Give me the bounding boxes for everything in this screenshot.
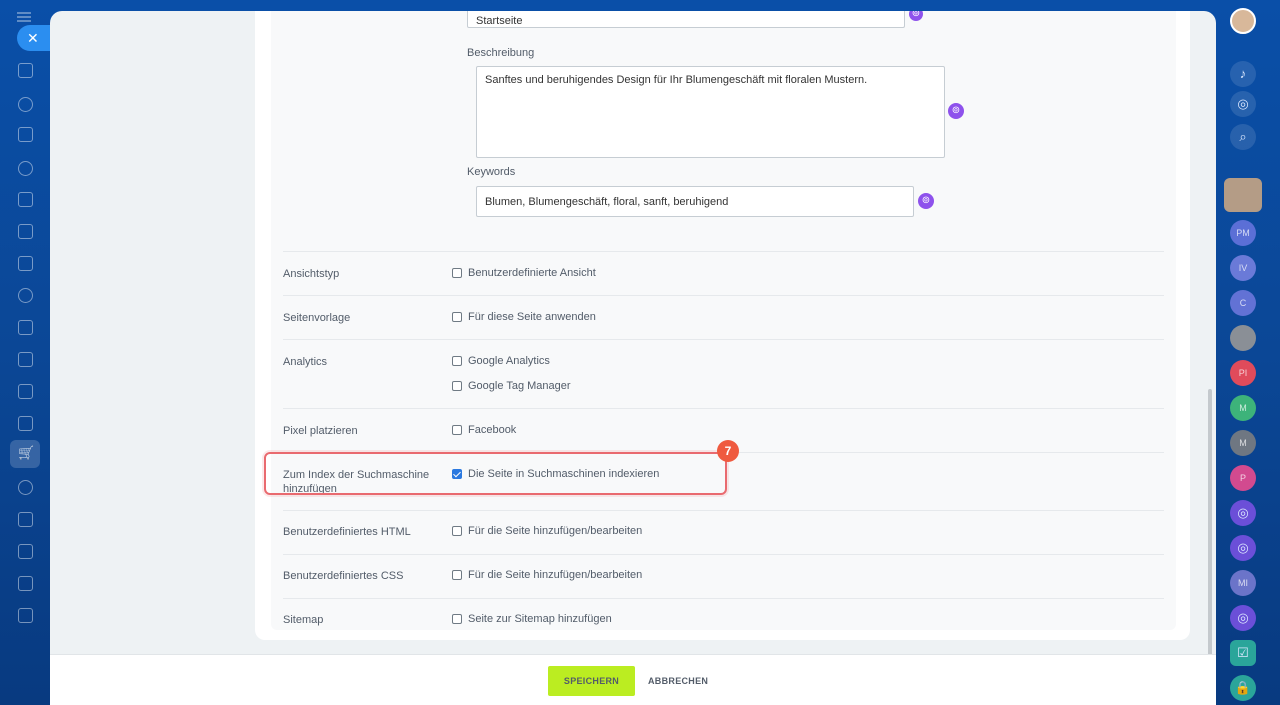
ai-title-icon[interactable] bbox=[909, 11, 923, 21]
sites-icon[interactable] bbox=[18, 256, 33, 271]
right-sidebar: ♪ ◎ ⌕ PM IV C PI M M P ◎ ◎ MI ◎ ☑ 🔒 bbox=[1216, 0, 1280, 705]
checkbox-box[interactable] bbox=[452, 381, 462, 391]
checkbox-label: Google Analytics bbox=[468, 355, 550, 367]
tasks-chat-icon[interactable]: ☑ bbox=[1230, 640, 1256, 666]
row-label-sitemap: Sitemap bbox=[283, 614, 324, 626]
description-label: Beschreibung bbox=[467, 47, 535, 59]
checkbox-box[interactable] bbox=[452, 425, 462, 435]
sign-icon[interactable] bbox=[18, 512, 33, 527]
checkbox-box[interactable] bbox=[452, 268, 462, 278]
divider bbox=[283, 510, 1164, 511]
row-label-custom-html: Benutzerdefiniertes HTML bbox=[283, 526, 411, 538]
checkbox-label: Benutzerdefinierte Ansicht bbox=[468, 267, 596, 279]
checkbox-label: Facebook bbox=[468, 424, 517, 436]
footer-bar: SPEICHERN ABBRECHEN bbox=[50, 654, 1216, 705]
slider-panel: Startseite Beschreibung Sanftes und beru… bbox=[50, 11, 1216, 705]
row-label-view-type: Ansichtstyp bbox=[283, 268, 340, 280]
left-sidebar: ✕ bbox=[0, 0, 57, 705]
divider bbox=[283, 598, 1164, 599]
checkbox-google-analytics[interactable]: Google Analytics bbox=[452, 355, 550, 367]
checkbox-label: Google Tag Manager bbox=[468, 380, 571, 392]
checkbox-custom-html[interactable]: Für die Seite hinzufügen/bearbeiten bbox=[452, 525, 642, 537]
lock-icon[interactable]: 🔒 bbox=[1230, 675, 1256, 701]
calendar-icon[interactable] bbox=[18, 320, 33, 335]
copilot-chat-3-icon[interactable]: ◎ bbox=[1230, 605, 1256, 631]
row-label-custom-css: Benutzerdefiniertes CSS bbox=[283, 570, 404, 582]
notifications-icon[interactable]: ♪ bbox=[1230, 61, 1256, 87]
checkbox-facebook[interactable]: Facebook bbox=[452, 424, 516, 436]
checkbox-google-tag-manager[interactable]: Google Tag Manager bbox=[452, 380, 571, 392]
crm-icon[interactable] bbox=[18, 224, 33, 239]
filter-icon[interactable] bbox=[18, 416, 33, 431]
checkbox-custom-view[interactable]: Benutzerdefinierte Ansicht bbox=[452, 267, 596, 279]
settings-card: Startseite Beschreibung Sanftes und beru… bbox=[255, 11, 1190, 640]
avatar-mi[interactable]: MI bbox=[1230, 570, 1256, 596]
feed-icon[interactable] bbox=[18, 97, 33, 112]
checkbox-custom-css[interactable]: Für die Seite hinzufügen/bearbeiten bbox=[452, 569, 642, 581]
title-field[interactable]: Startseite bbox=[467, 11, 905, 28]
copilot-chat-2-icon[interactable]: ◎ bbox=[1230, 535, 1256, 561]
divider bbox=[283, 339, 1164, 340]
avatar-pm[interactable]: PM bbox=[1230, 220, 1256, 246]
avatar-pi[interactable]: PI bbox=[1230, 360, 1256, 386]
menu-icon[interactable] bbox=[17, 12, 31, 22]
checkbox-box[interactable] bbox=[452, 312, 462, 322]
checkbox-box[interactable] bbox=[452, 526, 462, 536]
divider bbox=[283, 295, 1164, 296]
save-button[interactable]: SPEICHERN bbox=[548, 666, 635, 696]
description-textarea[interactable]: Sanftes und beruhigendes Design für Ihr … bbox=[476, 66, 945, 158]
avatar-c[interactable]: C bbox=[1230, 290, 1256, 316]
avatar-p[interactable]: P bbox=[1230, 465, 1256, 491]
divider bbox=[283, 408, 1164, 409]
search-chat-icon[interactable]: ⌕ bbox=[1230, 124, 1256, 150]
row-label-analytics: Analytics bbox=[283, 356, 328, 368]
shop-icon[interactable] bbox=[10, 440, 40, 468]
avatar-photo[interactable] bbox=[1230, 325, 1256, 351]
divider bbox=[283, 251, 1164, 252]
checkbox-label: Für die Seite hinzufügen/bearbeiten bbox=[468, 525, 643, 537]
contacts-icon[interactable] bbox=[18, 161, 33, 176]
avatar-m-2[interactable]: M bbox=[1230, 430, 1256, 456]
checkbox-label: Seite zur Sitemap hinzufügen bbox=[468, 613, 612, 625]
copilot-icon[interactable]: ◎ bbox=[1230, 91, 1256, 117]
automation-icon[interactable] bbox=[18, 480, 33, 495]
checkbox-label: Für diese Seite anwenden bbox=[468, 311, 596, 323]
step-badge: 7 bbox=[717, 440, 739, 462]
active-chat-avatar[interactable] bbox=[1224, 178, 1262, 212]
cancel-button[interactable]: ABBRECHEN bbox=[648, 666, 708, 696]
ai-description-icon[interactable] bbox=[948, 103, 964, 119]
copilot-chat-icon[interactable]: ◎ bbox=[1230, 500, 1256, 526]
home-icon[interactable] bbox=[18, 63, 33, 78]
checkbox-label: Für die Seite hinzufügen/bearbeiten bbox=[468, 569, 643, 581]
analytics-icon[interactable] bbox=[18, 384, 33, 399]
checkbox-box[interactable] bbox=[452, 356, 462, 366]
checkbox-apply-template[interactable]: Für diese Seite anwenden bbox=[452, 311, 596, 323]
checkbox-sitemap[interactable]: Seite zur Sitemap hinzufügen bbox=[452, 613, 612, 625]
settings-icon[interactable] bbox=[18, 608, 33, 623]
checkbox-box[interactable] bbox=[452, 614, 462, 624]
highlight-frame bbox=[264, 452, 727, 495]
tasks-icon[interactable] bbox=[18, 127, 33, 142]
keywords-input[interactable]: Blumen, Blumengeschäft, floral, sanft, b… bbox=[476, 186, 914, 217]
divider bbox=[283, 554, 1164, 555]
inventory-icon[interactable] bbox=[18, 544, 33, 559]
settings-inner: Startseite Beschreibung Sanftes und beru… bbox=[271, 11, 1176, 630]
row-label-pixel: Pixel platzieren bbox=[283, 425, 358, 437]
documents-icon[interactable] bbox=[18, 192, 33, 207]
booking-icon[interactable] bbox=[18, 576, 33, 591]
avatar-iv[interactable]: IV bbox=[1230, 255, 1256, 281]
user-avatar[interactable] bbox=[1230, 8, 1256, 34]
ai-keywords-icon[interactable] bbox=[918, 193, 934, 209]
checklist-icon[interactable] bbox=[18, 352, 33, 367]
keywords-label: Keywords bbox=[467, 166, 516, 178]
checkbox-box[interactable] bbox=[452, 570, 462, 580]
row-label-page-template: Seitenvorlage bbox=[283, 312, 351, 324]
chat-icon[interactable] bbox=[18, 288, 33, 303]
avatar-m[interactable]: M bbox=[1230, 395, 1256, 421]
